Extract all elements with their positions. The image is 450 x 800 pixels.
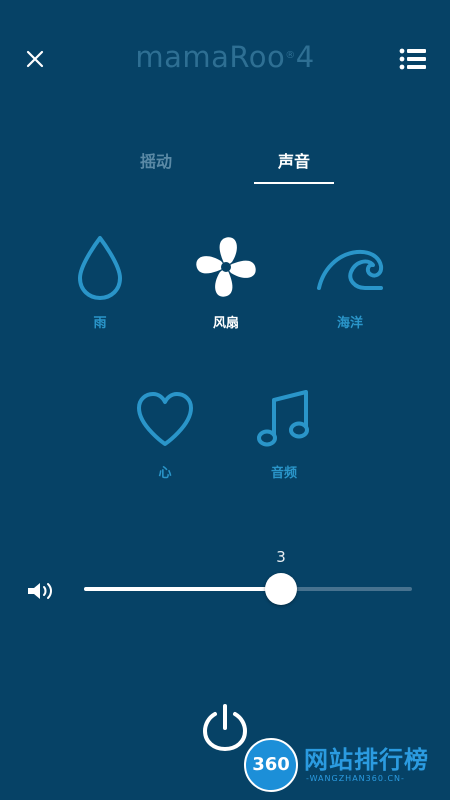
sound-option-audio[interactable]: 音频 [229, 386, 339, 481]
sound-label-fan: 风扇 [212, 316, 239, 331]
watermark-subtitle: -WANGZHAN360.CN- [306, 774, 405, 783]
app-logo: mamaRoo®4 [0, 40, 450, 74]
speaker-icon[interactable] [26, 580, 56, 602]
logo-version: 4 [295, 40, 315, 74]
tab-sound[interactable]: 声音 [254, 148, 334, 184]
volume-control: 3 [0, 540, 450, 620]
volume-slider[interactable] [84, 573, 412, 605]
logo-registered: ® [285, 50, 296, 61]
menu-button[interactable] [398, 46, 428, 72]
raindrop-icon [78, 236, 122, 300]
logo-name: mamaRoo [135, 40, 286, 74]
sound-label-rain: 雨 [93, 316, 107, 331]
volume-slider-fill [84, 587, 281, 591]
wave-icon [317, 249, 384, 290]
sound-option-heart[interactable]: 心 [110, 386, 220, 481]
sound-label-audio: 音频 [270, 466, 297, 481]
sound-option-fan[interactable]: 风扇 [171, 232, 281, 331]
fan-icon [196, 237, 256, 297]
watermark: 360 网站排行榜 -WANGZHAN360.CN- [240, 734, 446, 798]
sound-option-ocean[interactable]: 海洋 [295, 232, 405, 331]
watermark-title: 网站排行榜 [304, 746, 429, 774]
music-note-icon [257, 390, 309, 447]
sound-option-rain[interactable]: 雨 [45, 232, 155, 331]
sound-label-ocean: 海洋 [336, 316, 363, 331]
tab-motion[interactable]: 摇动 [110, 148, 202, 182]
header: mamaRoo®4 [0, 0, 450, 120]
sound-label-heart: 心 [158, 466, 172, 481]
volume-value: 3 [276, 548, 286, 566]
volume-slider-thumb[interactable] [265, 573, 297, 605]
mode-tabs: 摇动 声音 [0, 148, 450, 184]
watermark-badge: 360 [244, 738, 298, 792]
menu-list-icon [399, 48, 426, 70]
heart-icon [137, 392, 193, 446]
